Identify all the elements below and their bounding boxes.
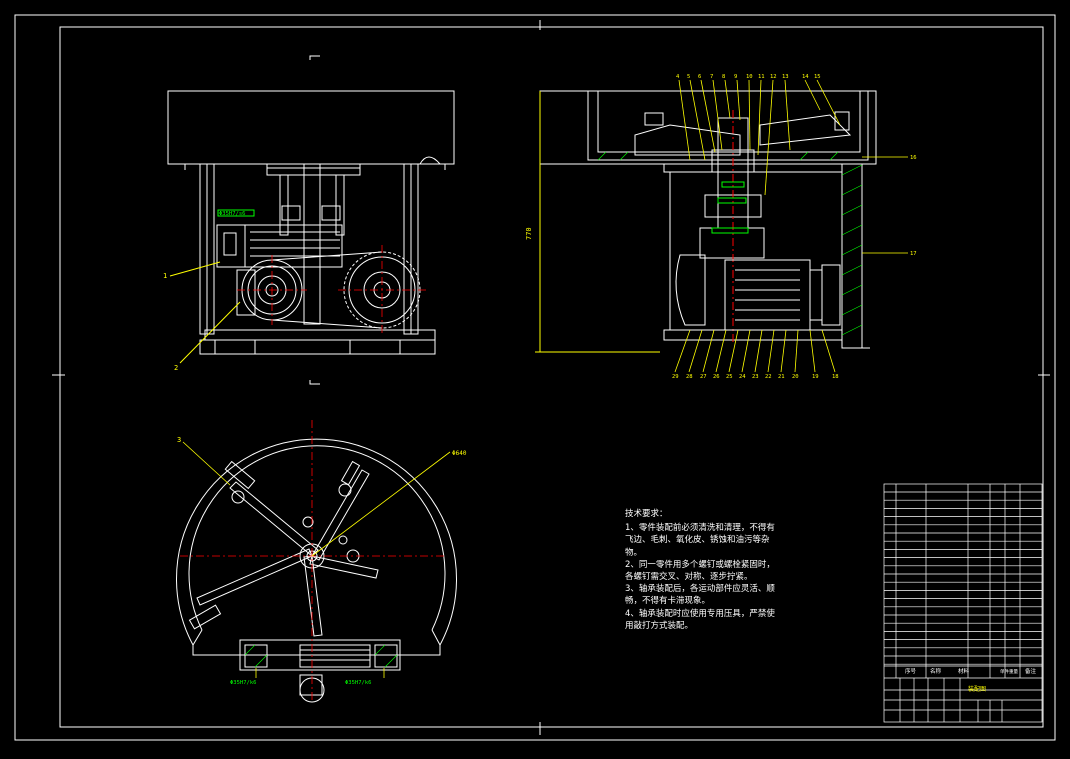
section-label-top: 9 (734, 74, 737, 80)
front-view-centerlines (237, 245, 426, 335)
section-label-bottom: 27 (700, 374, 707, 380)
section-leaders (674, 79, 908, 373)
section-fit-tags (711, 181, 749, 234)
title-block-header-weight: 单件重量 (1000, 668, 1018, 675)
section-label-top: 7 (710, 74, 713, 80)
cad-drawing: 1 2 Φ35H7/s6 770 4 5 6 7 8 9 10 11 12 13… (14, 14, 1056, 741)
section-label-bottom: 23 (752, 374, 759, 380)
title-block (883, 483, 1043, 723)
notes-title: 技术要求： (625, 509, 668, 519)
section-label-top: 6 (698, 74, 701, 80)
section-label-right: 17 (910, 251, 917, 257)
front-view (167, 90, 455, 355)
section-label-right: 16 (910, 155, 917, 161)
section-height-dim: 770 (525, 227, 533, 240)
section-label-bottom: 25 (726, 374, 733, 380)
title-block-header-material: 材料 (958, 667, 970, 675)
note-item-4: 4、轴承装配时应使用专用压具，严禁使用敲打方式装配。 (625, 608, 775, 631)
section-label-bottom: 18 (832, 374, 839, 380)
section-label-top: 8 (722, 74, 725, 80)
plan-leaders (182, 441, 451, 678)
front-leaders (169, 261, 241, 364)
inner-frame (59, 26, 1044, 728)
section-label-bottom: 28 (686, 374, 693, 380)
section-label-top: 11 (758, 74, 765, 80)
plan-diameter-label: Φ640 (452, 450, 467, 457)
front-view-section-marks (309, 55, 320, 385)
front-part-label-1: 1 (163, 272, 167, 280)
front-fit-label: Φ35H7/s6 (219, 211, 246, 217)
title-block-header-no: 序号 (905, 667, 917, 675)
section-label-bottom: 22 (765, 374, 772, 380)
section-label-bottom: 20 (792, 374, 799, 380)
plan-part-label-3: 3 (177, 436, 181, 444)
plan-fit-right: Φ35H7/k6 (345, 680, 372, 686)
drawing-sheet: 1 2 Φ35H7/s6 770 4 5 6 7 8 9 10 11 12 13… (0, 0, 1070, 755)
section-label-bottom: 24 (739, 374, 746, 380)
section-view (539, 90, 877, 349)
title-block-drawing-name: 装配图 (968, 685, 986, 693)
section-label-top: 4 (676, 74, 680, 80)
section-label-top: 13 (782, 74, 789, 80)
plan-fit-left: Φ35H7/k6 (230, 680, 257, 686)
section-label-top: 14 (802, 74, 809, 80)
title-block-header-remark: 备注 (1025, 667, 1037, 675)
section-label-top: 12 (770, 74, 777, 80)
section-label-bottom: 19 (812, 374, 819, 380)
section-label-bottom: 29 (672, 374, 679, 380)
plan-hatching (244, 644, 398, 668)
section-label-top: 5 (687, 74, 690, 80)
section-label-bottom: 21 (778, 374, 785, 380)
section-label-top: 10 (746, 74, 753, 80)
section-label-bottom: 26 (713, 374, 720, 380)
front-part-label-2: 2 (174, 364, 178, 372)
technical-notes: 技术要求： 1、零件装配前必须清洗和清理，不得有飞边、毛刺、氧化皮、锈蚀和油污等… (625, 508, 775, 632)
section-label-top: 15 (814, 74, 821, 80)
title-block-header-name: 名称 (930, 667, 942, 675)
note-item-1: 1、零件装配前必须清洗和清理，不得有飞边、毛刺、氧化皮、锈蚀和油污等杂物。 (625, 523, 775, 558)
note-item-3: 3、轴承装配后，各运动部件应灵活、顺畅，不得有卡滞现象。 (625, 584, 775, 607)
note-item-2: 2、同一零件用多个螺钉或螺栓紧固时，各螺钉需交叉、对称、逐步拧紧。 (625, 559, 775, 583)
